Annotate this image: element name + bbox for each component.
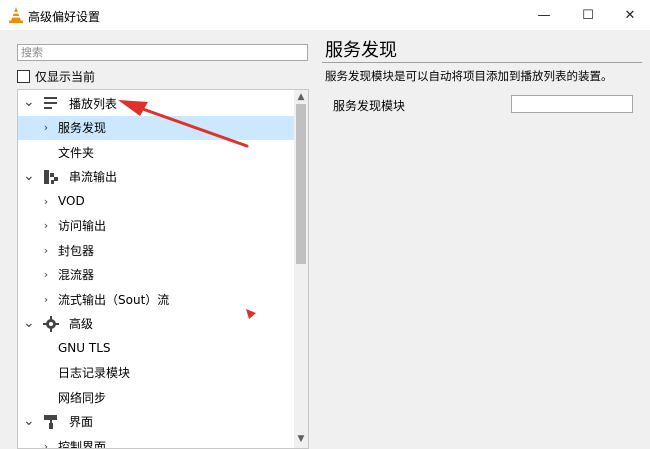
tree-item[interactable]: 文件夹 xyxy=(18,140,294,165)
tree-item-label: 文件夹 xyxy=(58,145,95,160)
tree-item[interactable]: › 流式输出（Sout）流 xyxy=(18,287,294,312)
search-input[interactable]: 搜索 xyxy=(17,44,308,61)
panel-description: 服务发现模块是可以自动将项目添加到播放列表的装置。 xyxy=(325,69,613,83)
tree-category[interactable]: ⌄ 播放列表 xyxy=(18,91,294,116)
chevron-right-icon[interactable]: › xyxy=(41,268,51,281)
window-title: 高级偏好设置 xyxy=(28,10,101,24)
tree-item-label: 封包器 xyxy=(58,243,95,258)
scroll-down-icon[interactable]: ▼ xyxy=(294,432,308,446)
tree-item-label: 混流器 xyxy=(58,268,95,283)
tree-item-label: 界面 xyxy=(69,415,94,430)
show-current-label: 仅显示当前 xyxy=(35,69,96,84)
sd-module-label: 服务发现模块 xyxy=(333,99,406,113)
category-tree[interactable]: › 控制界面 ⌄ 界面 网络同步 日志记录模块 GNU TLS ⌄ 高级 › 流式输出（Sout）流… xyxy=(17,89,309,449)
tree-item-label: 串流输出 xyxy=(69,170,118,185)
gear-icon xyxy=(42,315,60,333)
tree-item[interactable]: › 混流器 xyxy=(18,263,294,288)
scroll-up-icon[interactable]: ▲ xyxy=(294,90,308,104)
maximize-icon: ☐ xyxy=(582,7,594,23)
tree-item[interactable]: › 封包器 xyxy=(18,238,294,263)
maximize-button[interactable]: ☐ xyxy=(566,0,610,30)
tree-item[interactable]: 日志记录模块 xyxy=(18,361,294,386)
minimize-button[interactable]: — xyxy=(522,0,566,30)
tree-scrollbar[interactable]: ▲ ▼ xyxy=(294,90,308,448)
tree-item-label: 日志记录模块 xyxy=(58,366,131,381)
chevron-right-icon[interactable]: › xyxy=(41,195,51,208)
tree-item-label: 网络同步 xyxy=(58,390,107,405)
tree-item[interactable]: › 服务发现 xyxy=(18,115,294,140)
tree-item-label: 控制界面 xyxy=(58,439,107,449)
tree-item[interactable]: › 控制界面 xyxy=(18,434,294,449)
tree-item[interactable]: › VOD xyxy=(18,189,294,214)
tree-item[interactable]: › 访问输出 xyxy=(18,214,294,239)
show-current-checkbox[interactable] xyxy=(17,69,30,83)
panel-title: 服务发现 xyxy=(325,40,397,61)
vlc-cone-icon xyxy=(9,7,23,23)
chevron-right-icon[interactable]: › xyxy=(41,244,51,257)
chevron-down-icon[interactable]: ⌄ xyxy=(23,94,35,110)
tree-item-label: 高级 xyxy=(69,317,94,332)
close-icon: ✕ xyxy=(624,7,636,23)
panel-divider xyxy=(322,62,642,63)
chevron-down-icon[interactable]: ⌄ xyxy=(23,168,35,184)
tree-category[interactable]: ⌄ 串流输出 xyxy=(18,165,294,190)
playlist-icon xyxy=(42,94,60,112)
paint-roller-icon xyxy=(42,413,60,431)
stream-output-icon xyxy=(42,168,60,186)
chevron-down-icon[interactable]: ⌄ xyxy=(23,315,35,331)
minimize-icon: — xyxy=(537,7,551,23)
chevron-down-icon[interactable]: ⌄ xyxy=(23,413,35,429)
chevron-right-icon[interactable]: › xyxy=(41,219,51,232)
tree-category[interactable]: ⌄ 界面 xyxy=(18,410,294,435)
tree-item-label: 服务发现 xyxy=(58,121,107,136)
tree-item-label: 播放列表 xyxy=(69,96,118,111)
tree-item-label: GNU TLS xyxy=(58,341,111,356)
close-button[interactable]: ✕ xyxy=(608,0,650,30)
tree-item-label: VOD xyxy=(58,194,85,209)
tree-item[interactable]: 网络同步 xyxy=(18,385,294,410)
scroll-thumb[interactable] xyxy=(296,104,306,264)
title-bar: 高级偏好设置 — ☐ ✕ xyxy=(0,0,650,30)
chevron-right-icon[interactable]: › xyxy=(41,440,51,448)
show-current-option[interactable]: 仅显示当前 xyxy=(17,68,95,84)
sd-module-input[interactable] xyxy=(511,95,633,113)
tree-item-label: 流式输出（Sout）流 xyxy=(58,292,170,307)
tree-item-label: 访问输出 xyxy=(58,219,107,234)
tree-category[interactable]: ⌄ 高级 xyxy=(18,312,294,337)
tree-item[interactable]: GNU TLS xyxy=(18,336,294,361)
chevron-right-icon[interactable]: › xyxy=(41,293,51,306)
chevron-right-icon[interactable]: › xyxy=(41,121,51,134)
